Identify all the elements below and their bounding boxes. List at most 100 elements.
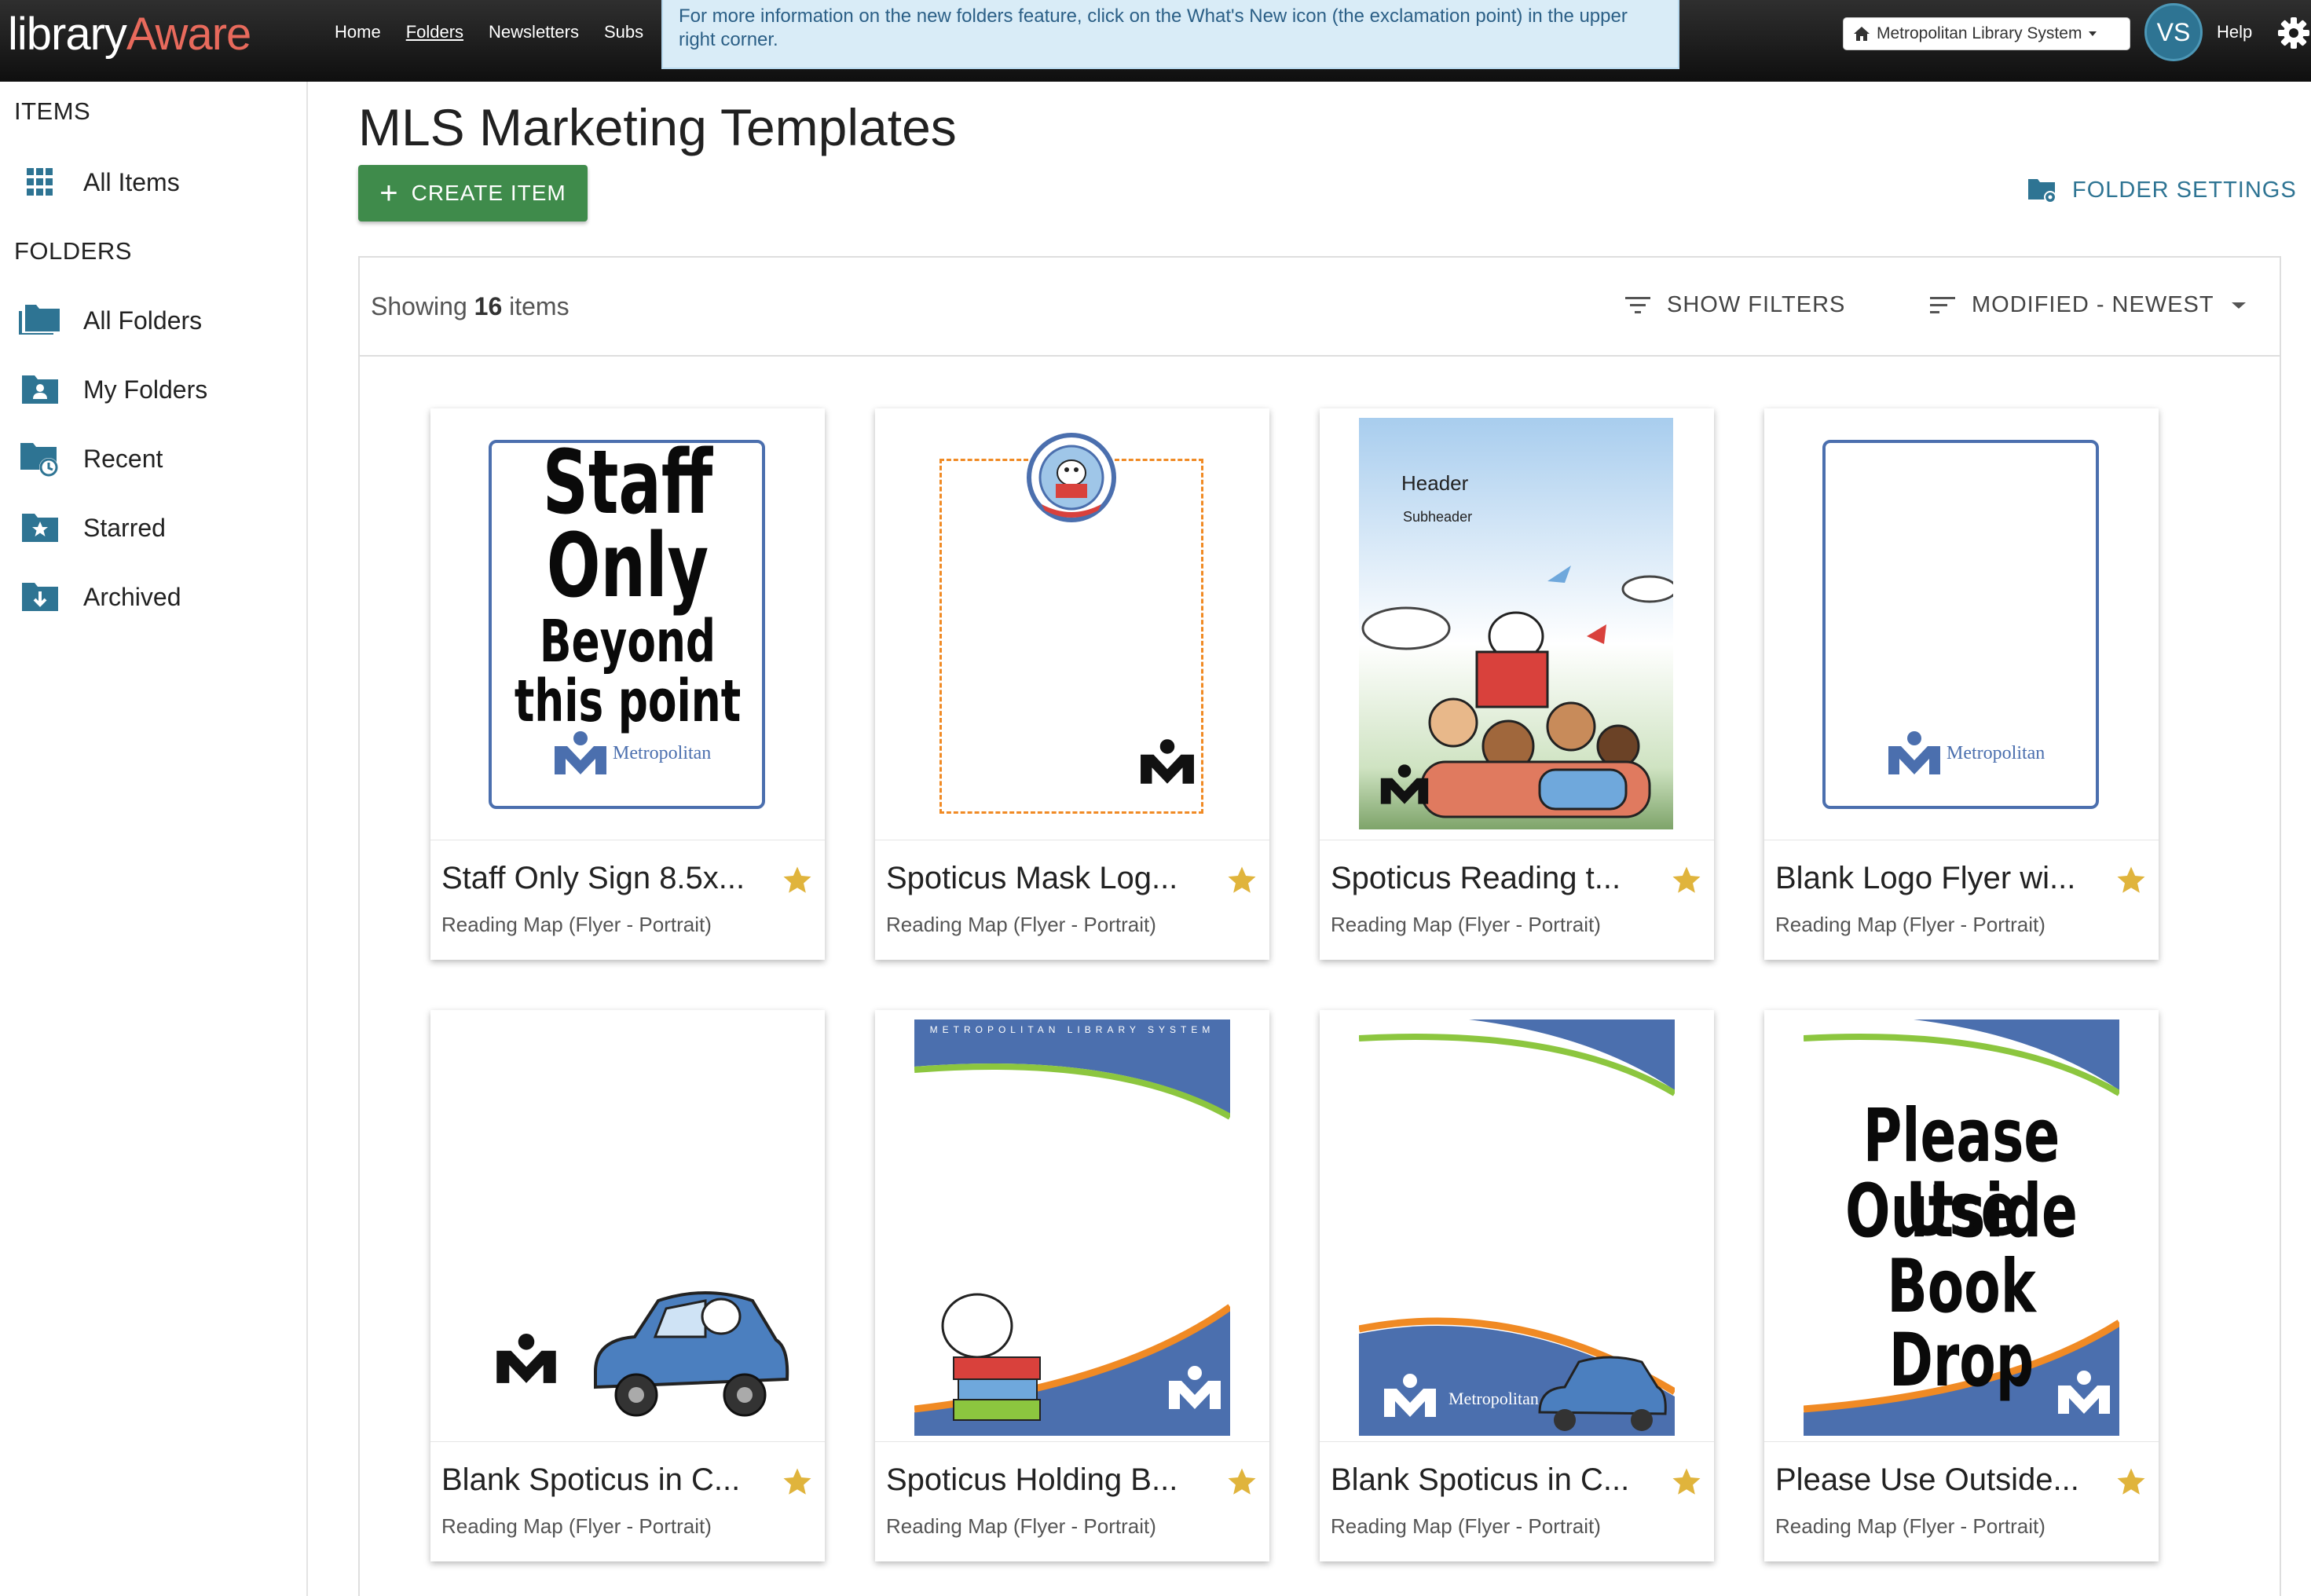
folders-icon	[19, 305, 60, 335]
nav-subs[interactable]: Subs	[604, 20, 643, 44]
card-thumbnail[interactable]	[875, 408, 1269, 840]
metropolitan-m-icon	[555, 731, 606, 774]
sidebar-item-all-folders[interactable]: All Folders	[17, 297, 300, 344]
star-icon[interactable]	[2115, 864, 2148, 897]
mls-banner-text: METROPOLITAN LIBRARY SYSTEM	[929, 1024, 1215, 1035]
caret-down-icon	[2089, 31, 2097, 36]
gear-icon[interactable]	[2275, 14, 2311, 52]
card-subtitle: Reading Map (Flyer - Portrait)	[441, 913, 712, 936]
template-card[interactable]: Please Use Outside Book Drop Please Use …	[1764, 1010, 2159, 1561]
items-count-number: 16	[474, 292, 503, 320]
page-title: MLS Marketing Templates	[358, 98, 957, 156]
spoticus-seal-icon	[1027, 433, 1116, 522]
sidebar-item-recent[interactable]: Recent	[17, 435, 300, 482]
template-card[interactable]: Spoticus Mask Log... Reading Map (Flyer …	[875, 408, 1269, 960]
card-title[interactable]: Blank Spoticus in C...	[1331, 1462, 1653, 1498]
organization-label: Metropolitan Library System	[1877, 24, 2082, 42]
metropolitan-logo	[1379, 763, 1430, 806]
home-icon	[1854, 27, 1870, 41]
top-bar: libraryAware Home Folders Newsletters Su…	[0, 0, 2311, 82]
person-folder-icon	[22, 375, 58, 404]
card-thumbnail[interactable]: Please Use Outside Book Drop	[1764, 1010, 2159, 1442]
star-icon[interactable]	[781, 1466, 814, 1499]
sidebar-item-starred[interactable]: Starred	[17, 504, 300, 551]
app-logo[interactable]: libraryAware	[8, 6, 251, 63]
nav-home[interactable]: Home	[335, 20, 381, 44]
card-title[interactable]: Please Use Outside...	[1775, 1462, 2097, 1498]
card-subtitle: Reading Map (Flyer - Portrait)	[1331, 1514, 1601, 1538]
card-thumbnail[interactable]: Header Subheader	[1320, 408, 1714, 840]
template-card[interactable]: METROPOLITAN LIBRARY SYSTEM Spoticus Hol…	[875, 1010, 1269, 1561]
folder-settings-label: FOLDER SETTINGS	[2072, 177, 2297, 203]
poster-subheader-text: Subheader	[1403, 509, 1473, 525]
sidebar-item-archived[interactable]: Archived	[17, 573, 300, 620]
sidebar-item-label: My Folders	[83, 375, 208, 404]
star-icon[interactable]	[2115, 1466, 2148, 1499]
card-subtitle: Reading Map (Flyer - Portrait)	[1331, 913, 1601, 936]
nav-newsletters[interactable]: Newsletters	[489, 20, 579, 44]
card-title[interactable]: Spoticus Mask Log...	[886, 861, 1208, 896]
card-thumbnail[interactable]: Metropolitan	[1320, 1010, 1714, 1442]
metropolitan-logo: Metropolitan	[1887, 730, 2045, 776]
branded-flyer-design	[1359, 1019, 1675, 1436]
organization-dropdown[interactable]: Metropolitan Library System	[1843, 17, 2130, 50]
items-toolbar: Showing 16 items SHOW FILTERS MODIFIED -…	[360, 258, 2280, 357]
user-avatar[interactable]: VS	[2144, 3, 2203, 61]
star-folder-icon	[22, 514, 58, 542]
template-card[interactable]: Metropolitan Blank Logo Flyer wi... Read…	[1764, 408, 2159, 960]
poster-subheading: this point	[514, 668, 742, 735]
card-subtitle: Reading Map (Flyer - Portrait)	[441, 1514, 712, 1538]
star-icon[interactable]	[1225, 864, 1258, 897]
show-filters-button[interactable]: SHOW FILTERS	[1624, 292, 1845, 318]
template-card[interactable]: Blank Spoticus in C... Reading Map (Flye…	[430, 1010, 825, 1561]
grid-icon	[27, 168, 53, 196]
metropolitan-m-icon	[1380, 764, 1429, 804]
main-nav: Home Folders Newsletters Subs	[335, 20, 643, 44]
star-icon[interactable]	[781, 864, 814, 897]
help-link[interactable]: Help	[2217, 20, 2252, 44]
star-icon[interactable]	[1670, 1466, 1703, 1499]
metropolitan-logo	[1139, 738, 1196, 785]
sidebar-item-label: Recent	[83, 444, 163, 473]
sidebar: ITEMS All Items FOLDERS All Folders My F…	[0, 82, 308, 1596]
sidebar-item-label: Starred	[83, 513, 166, 542]
poster-heading: Staff	[542, 432, 713, 534]
card-thumbnail[interactable]: Metropolitan	[1764, 408, 2159, 840]
card-thumbnail[interactable]	[430, 1010, 825, 1442]
branded-flyer-design	[914, 1019, 1230, 1436]
folders-heading: FOLDERS	[14, 237, 132, 265]
card-title[interactable]: Spoticus Reading t...	[1331, 861, 1653, 896]
poster-header-text: Header	[1401, 471, 1469, 495]
card-title[interactable]: Blank Spoticus in C...	[441, 1462, 764, 1498]
sidebar-item-all-items[interactable]: All Items	[17, 159, 300, 206]
card-thumbnail[interactable]: METROPOLITAN LIBRARY SYSTEM	[875, 1010, 1269, 1442]
card-subtitle: Reading Map (Flyer - Portrait)	[886, 1514, 1156, 1538]
sidebar-item-label: Archived	[83, 582, 181, 611]
create-item-label: CREATE ITEM	[411, 181, 566, 205]
folder-settings-button[interactable]: FOLDER SETTINGS	[2027, 176, 2297, 204]
star-icon[interactable]	[1225, 1466, 1258, 1499]
nav-folders[interactable]: Folders	[406, 20, 463, 44]
sidebar-item-label: All Items	[83, 167, 180, 196]
metropolitan-m-icon	[496, 1334, 556, 1383]
template-card[interactable]: Staff Only Beyond this point Metropolita…	[430, 408, 825, 960]
star-icon[interactable]	[1670, 864, 1703, 897]
create-item-button[interactable]: + CREATE ITEM	[358, 165, 588, 221]
items-heading: ITEMS	[14, 97, 91, 125]
card-thumbnail[interactable]: Staff Only Beyond this point Metropolita…	[430, 408, 825, 840]
sidebar-item-my-folders[interactable]: My Folders	[17, 366, 300, 413]
clock-folder-icon	[20, 443, 58, 477]
card-title[interactable]: Blank Logo Flyer wi...	[1775, 861, 2097, 896]
sidebar-item-label: All Folders	[83, 306, 203, 335]
template-card[interactable]: Metropolitan Blank Spoticus in C... Read…	[1320, 1010, 1714, 1561]
metropolitan-m-icon	[1141, 739, 1194, 784]
poster-heading: Book Drop	[1887, 1244, 2036, 1404]
info-notice: For more information on the new folders …	[661, 0, 1679, 69]
card-title[interactable]: Staff Only Sign 8.5x...	[441, 861, 764, 896]
template-card[interactable]: Header Subheader Spoticus Reading t... R…	[1320, 408, 1714, 960]
show-filters-label: SHOW FILTERS	[1667, 292, 1846, 317]
metropolitan-m-icon	[1888, 731, 1940, 774]
card-title[interactable]: Spoticus Holding B...	[886, 1462, 1208, 1498]
items-count: Showing 16 items	[371, 292, 570, 320]
sort-dropdown[interactable]: MODIFIED - NEWEST	[1929, 292, 2247, 318]
